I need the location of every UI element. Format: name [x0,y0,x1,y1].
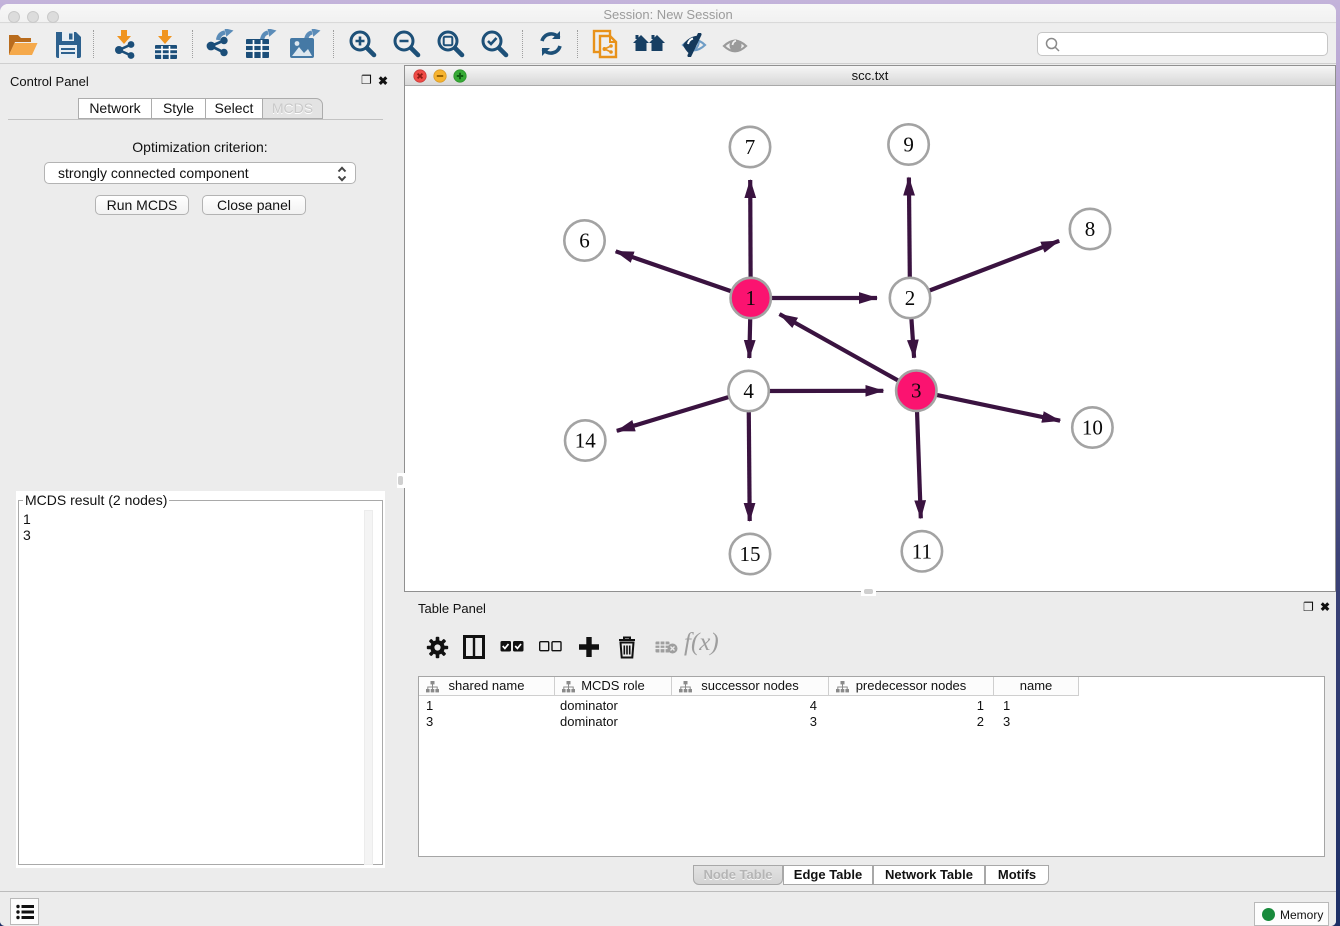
svg-text:4: 4 [743,379,754,403]
svg-text:15: 15 [740,542,761,566]
svg-text:14: 14 [575,429,597,453]
svg-text:8: 8 [1085,217,1096,241]
svg-text:6: 6 [579,229,590,253]
svg-text:11: 11 [912,539,932,563]
svg-text:7: 7 [745,135,756,159]
svg-text:3: 3 [911,379,922,403]
svg-text:9: 9 [903,133,914,157]
svg-text:10: 10 [1082,416,1103,440]
svg-text:1: 1 [745,286,756,310]
svg-text:2: 2 [905,286,916,310]
